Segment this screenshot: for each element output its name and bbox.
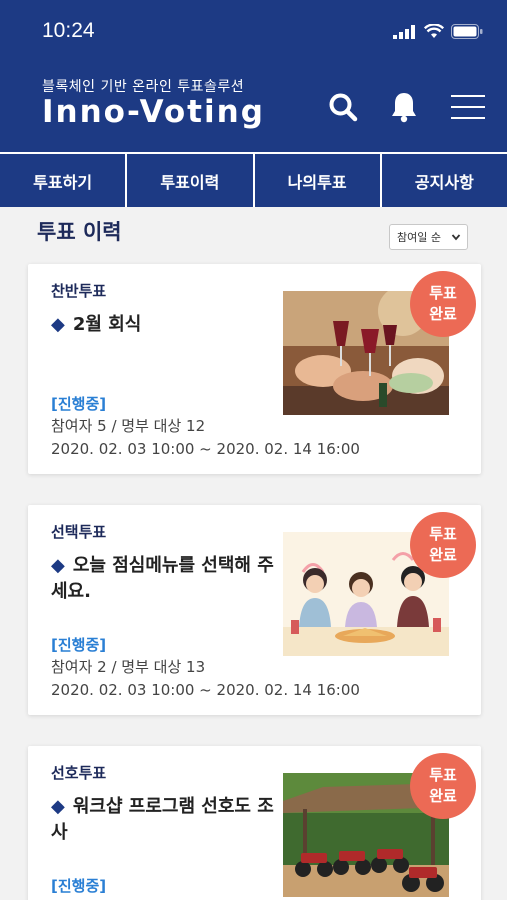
status-icons (393, 24, 483, 39)
vote-title-text: 오늘 점심메뉴를 선택해 주세요. (51, 555, 274, 602)
hamburger-menu-icon (451, 95, 485, 119)
vote-complete-badge: 투표 완료 (410, 271, 476, 337)
main-tabs: 투표하기 투표이력 나의투표 공지사항 (0, 152, 507, 207)
sort-select[interactable]: 참여일 순 (389, 224, 468, 250)
chevron-down-icon (451, 234, 461, 241)
tab-my-vote[interactable]: 나의투표 (255, 154, 382, 207)
tab-notice[interactable]: 공지사항 (382, 154, 507, 207)
vote-type: 선택투표 (51, 523, 107, 541)
badge-line: 완료 (429, 305, 457, 323)
bell-icon (392, 93, 416, 123)
badge-line: 완료 (429, 787, 457, 805)
vote-title: ◆ 워크샵 프로그램 선호도 조사 (51, 794, 281, 846)
menu-button[interactable] (448, 88, 488, 126)
vote-card[interactable]: 선호투표 ◆ 워크샵 프로그램 선호도 조사 [진행중] 투표 완료 (28, 746, 481, 900)
search-icon (329, 93, 358, 122)
signal-icon (393, 24, 415, 39)
vote-participants: 참여자 5 / 명부 대상 12 (51, 417, 206, 435)
badge-line: 완료 (429, 546, 457, 564)
vote-period: 2020. 02. 03 10:00 ~ 2020. 02. 14 16:00 (51, 440, 360, 458)
vote-complete-badge: 투표 완료 (410, 753, 476, 819)
vote-card[interactable]: 찬반투표 ◆ 2월 회식 [진행중] 참여자 5 / 명부 대상 12 2020.… (28, 264, 481, 474)
vote-title: ◆ 2월 회식 (51, 312, 281, 338)
app-subtitle: 블록체인 기반 온라인 투표솔루션 (42, 79, 245, 95)
page-title: 투표 이력 (37, 220, 122, 244)
status-bar: 10:24 (0, 0, 507, 60)
app-logo-text: Inno-Voting (42, 94, 265, 130)
vote-title-text: 워크샵 프로그램 선호도 조사 (51, 796, 274, 843)
vote-status: [진행중] (51, 395, 107, 413)
search-button[interactable] (324, 88, 362, 126)
vote-title: ◆ 오늘 점심메뉴를 선택해 주세요. (51, 553, 281, 605)
vote-period: 2020. 02. 03 10:00 ~ 2020. 02. 14 16:00 (51, 681, 360, 699)
status-time: 10:24 (42, 19, 95, 42)
vote-card[interactable]: 선택투표 ◆ 오늘 점심메뉴를 선택해 주세요. [진행중] 참여자 2 / 명부… (28, 505, 481, 715)
diamond-bullet-icon: ◆ (51, 555, 65, 576)
tab-vote-history[interactable]: 투표이력 (127, 154, 255, 207)
vote-participants: 참여자 2 / 명부 대상 13 (51, 658, 206, 676)
app-header: 10:24 블록체인 기반 온라인 투표솔루션 Inno-Voting (0, 0, 507, 152)
badge-line: 투표 (429, 525, 457, 543)
vote-type: 찬반투표 (51, 282, 107, 300)
wifi-icon (424, 24, 444, 38)
vote-title-text: 2월 회식 (72, 314, 142, 335)
badge-line: 투표 (429, 766, 457, 784)
vote-status: [진행중] (51, 877, 107, 895)
vote-complete-badge: 투표 완료 (410, 512, 476, 578)
battery-icon (451, 24, 483, 39)
vote-type: 선호투표 (51, 764, 107, 782)
notification-button[interactable] (385, 88, 423, 126)
diamond-bullet-icon: ◆ (51, 314, 65, 335)
tab-vote[interactable]: 투표하기 (0, 154, 128, 207)
sort-selected-value: 참여일 순 (397, 231, 441, 244)
diamond-bullet-icon: ◆ (51, 796, 65, 817)
vote-status: [진행중] (51, 636, 107, 654)
badge-line: 투표 (429, 284, 457, 302)
